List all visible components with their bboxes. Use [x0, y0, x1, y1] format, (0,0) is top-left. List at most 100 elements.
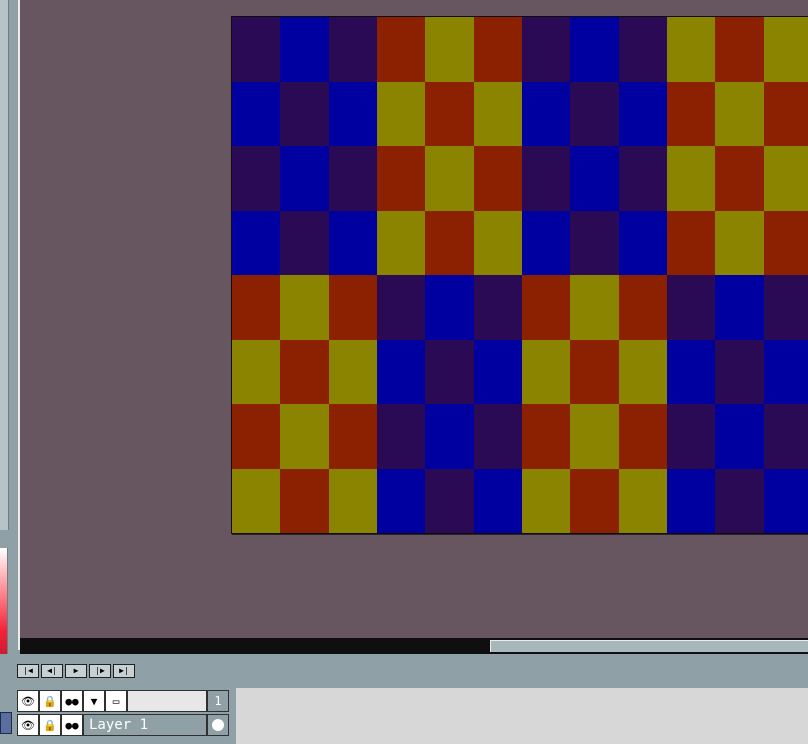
pixel-cell — [328, 404, 377, 469]
timeline-track[interactable] — [236, 688, 808, 744]
pixel-cell — [232, 275, 281, 340]
pixel-cell — [280, 468, 329, 533]
pixel-cell — [521, 468, 571, 533]
timeline-panel: |◀ ◀| ▶ |▶ ▶| 👁 🔒 ●● ▼ ▭ 1 👁 🔒 ●● Layer … — [0, 654, 808, 744]
pixel-cell — [570, 210, 619, 275]
pixel-cell — [618, 81, 667, 146]
pixel-cell — [715, 404, 764, 469]
pixel-cell — [425, 404, 474, 469]
first-frame-button[interactable]: |◀ — [17, 664, 39, 678]
pixel-cell — [570, 275, 619, 340]
pixel-cell — [280, 17, 329, 82]
pixel-cell — [715, 146, 764, 211]
scrollbar-thumb[interactable] — [490, 640, 808, 652]
pixel-cell — [618, 146, 667, 211]
pixel-cell — [328, 339, 377, 404]
pixel-cell — [232, 17, 281, 82]
frame-icon[interactable]: ▭ — [105, 690, 127, 712]
pixel-cell — [570, 339, 619, 404]
pixel-cell — [763, 404, 808, 469]
pixel-cell — [521, 146, 571, 211]
layer-header-spacer — [127, 690, 207, 712]
play-button[interactable]: ▶ — [65, 664, 87, 678]
pixel-cell — [666, 404, 716, 469]
pixel-cell — [473, 146, 522, 211]
pixel-cell — [280, 210, 329, 275]
pixel-cell — [618, 339, 667, 404]
pixel-cell — [473, 404, 522, 469]
artboard[interactable] — [231, 16, 808, 534]
pixel-cell — [763, 210, 808, 275]
onion-skin-icon[interactable]: ●● — [61, 690, 83, 712]
pixel-cell — [280, 339, 329, 404]
pixel-cell — [618, 17, 667, 82]
pixel-cell — [618, 468, 667, 533]
pixel-cell — [328, 468, 377, 533]
layers-header-row: 👁 🔒 ●● ▼ ▭ 1 — [17, 690, 229, 712]
pixel-cell — [618, 210, 667, 275]
pixel-cell — [521, 210, 571, 275]
pixel-cell — [376, 275, 426, 340]
pixel-cell — [715, 275, 764, 340]
layer-eye-icon[interactable]: 👁 — [17, 714, 39, 736]
layer-onion-icon[interactable]: ●● — [61, 714, 83, 736]
pixel-cell — [715, 81, 764, 146]
pixel-cell — [473, 275, 522, 340]
pixel-cell — [376, 17, 426, 82]
pixel-cell — [425, 17, 474, 82]
pixel-cell — [618, 275, 667, 340]
pixel-cell — [232, 81, 281, 146]
frame-number[interactable]: 1 — [207, 690, 229, 712]
pixel-cell — [280, 81, 329, 146]
stamp-icon[interactable]: ▼ — [83, 690, 105, 712]
previous-frame-button[interactable]: ◀| — [41, 664, 63, 678]
pixel-cell — [376, 339, 426, 404]
pixel-cell — [376, 404, 426, 469]
pixel-cell — [521, 275, 571, 340]
pixel-cell — [666, 17, 716, 82]
pixel-cell — [570, 17, 619, 82]
last-frame-button[interactable]: ▶| — [113, 664, 135, 678]
pixel-cell — [425, 146, 474, 211]
keyframe-cell[interactable] — [207, 714, 229, 736]
next-frame-button[interactable]: |▶ — [89, 664, 111, 678]
layer-lock-icon[interactable]: 🔒 — [39, 714, 61, 736]
layer-name[interactable]: Layer 1 — [83, 714, 207, 736]
pixel-cell — [376, 210, 426, 275]
pixel-cell — [473, 81, 522, 146]
layer-row[interactable]: 👁 🔒 ●● Layer 1 — [17, 714, 229, 736]
pixel-cell — [280, 146, 329, 211]
pixel-cell — [232, 210, 281, 275]
pixel-cell — [473, 17, 522, 82]
pixel-cell — [473, 468, 522, 533]
pixel-cell — [473, 339, 522, 404]
lock-icon[interactable]: 🔒 — [39, 690, 61, 712]
pixel-cell — [521, 17, 571, 82]
pixel-cell — [328, 81, 377, 146]
pixel-cell — [715, 210, 764, 275]
pixel-cell — [328, 275, 377, 340]
pixel-cell — [570, 146, 619, 211]
pixel-cell — [521, 404, 571, 469]
canvas-area[interactable] — [20, 0, 808, 638]
pixel-cell — [232, 339, 281, 404]
pixel-cell — [666, 275, 716, 340]
playback-controls: |◀ ◀| ▶ |▶ ▶| — [17, 664, 135, 678]
pixel-cell — [232, 404, 281, 469]
pixel-cell — [715, 339, 764, 404]
pixel-cell — [618, 404, 667, 469]
eye-icon[interactable]: 👁 — [17, 690, 39, 712]
pixel-cell — [473, 210, 522, 275]
pixel-cell — [763, 81, 808, 146]
pixel-cell — [666, 210, 716, 275]
pixel-cell — [666, 468, 716, 533]
pixel-cell — [328, 210, 377, 275]
pixel-cell — [425, 339, 474, 404]
pixel-cell — [521, 339, 571, 404]
pixel-cell — [666, 146, 716, 211]
keyframe-dot — [212, 719, 224, 731]
pixel-cell — [280, 404, 329, 469]
pixel-cell — [376, 146, 426, 211]
horizontal-scrollbar[interactable] — [20, 638, 808, 654]
pixel-cell — [763, 17, 808, 82]
